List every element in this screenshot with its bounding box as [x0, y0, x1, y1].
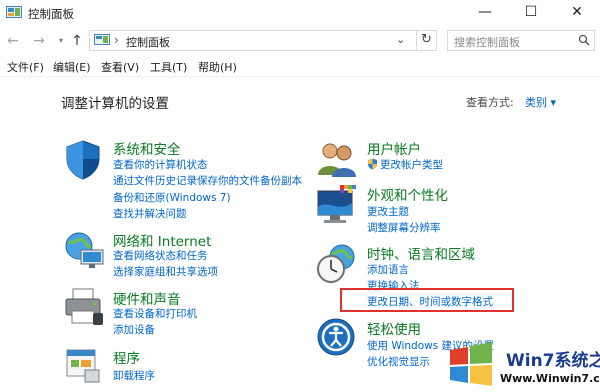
- control-panel-icon: [6, 6, 22, 23]
- title-bar: 控制面板 — ☐ ✕: [0, 0, 600, 26]
- network-globe-icon: [63, 230, 105, 275]
- watermark-text: Win7系统之家: [506, 351, 600, 371]
- menu-help[interactable]: 帮助(H): [198, 59, 237, 75]
- breadcrumb-control-panel[interactable]: 控制面板: [126, 34, 170, 50]
- search-input[interactable]: 搜索控制面板: [447, 30, 595, 51]
- breadcrumb-separator: ›: [114, 33, 119, 47]
- link-add-language[interactable]: 添加语言: [367, 262, 409, 277]
- category-system-security[interactable]: 系统和安全: [113, 138, 181, 158]
- forward-button[interactable]: →: [31, 33, 47, 49]
- watermark: Win7系统之家 Www.Winwin7.com: [446, 342, 600, 391]
- search-icon[interactable]: [578, 34, 590, 49]
- monitor-icon: [316, 185, 358, 230]
- highlight-box: [340, 288, 514, 312]
- category-appearance-personalization[interactable]: 外观和个性化: [367, 184, 448, 204]
- category-programs[interactable]: 程序: [113, 347, 140, 367]
- link-file-history-backup[interactable]: 通过文件历史记录保存你的文件备份副本: [113, 173, 302, 188]
- link-add-device[interactable]: 添加设备: [113, 322, 155, 337]
- back-button[interactable]: ←: [5, 33, 21, 49]
- window-title: 控制面板: [28, 7, 74, 21]
- link-adjust-resolution[interactable]: 调整屏幕分辨率: [367, 220, 441, 235]
- view-by-dropdown[interactable]: 类别 ▾: [525, 94, 556, 110]
- address-bar[interactable]: › 控制面板 ⌄ ↻: [89, 30, 437, 51]
- control-panel-icon: [94, 34, 110, 50]
- printer-icon: [63, 287, 105, 330]
- link-troubleshoot[interactable]: 查找并解决问题: [113, 206, 187, 221]
- users-icon: [316, 139, 358, 182]
- ease-of-access-icon: [316, 317, 358, 362]
- close-button[interactable]: ✕: [554, 0, 600, 26]
- menu-bar: 文件(F) 编辑(E) 查看(V) 工具(T) 帮助(H): [0, 56, 600, 77]
- link-optimize-visual-display[interactable]: 优化视觉显示: [367, 354, 430, 369]
- clock-globe-icon: [316, 243, 358, 288]
- link-backup-restore[interactable]: 备份和还原(Windows 7): [113, 190, 231, 205]
- link-change-account-type-label[interactable]: 更改帐户类型: [380, 159, 443, 171]
- category-network-internet[interactable]: 网络和 Internet: [113, 230, 211, 250]
- link-uninstall-program[interactable]: 卸载程序: [113, 368, 155, 383]
- windows-logo-icon: [446, 342, 498, 391]
- link-change-theme[interactable]: 更改主题: [367, 204, 409, 219]
- link-change-account-type[interactable]: 更改帐户类型: [367, 157, 443, 172]
- minimize-button[interactable]: —: [462, 0, 508, 26]
- category-clock-language-region[interactable]: 时钟、语言和区域: [367, 243, 475, 263]
- maximize-button[interactable]: ☐: [508, 0, 554, 26]
- uac-shield-icon: [368, 158, 377, 170]
- menu-tools[interactable]: 工具(T): [150, 59, 187, 75]
- programs-icon: [63, 346, 103, 389]
- category-ease-of-access[interactable]: 轻松使用: [367, 318, 421, 338]
- search-placeholder: 搜索控制面板: [454, 36, 520, 49]
- up-button[interactable]: ↑: [69, 33, 85, 49]
- divider: [416, 31, 417, 50]
- recent-locations-dropdown[interactable]: ▾: [53, 33, 69, 49]
- category-user-accounts[interactable]: 用户帐户: [367, 138, 421, 158]
- view-by-label: 查看方式:: [466, 96, 514, 109]
- link-homegroup-sharing[interactable]: 选择家庭组和共享选项: [113, 264, 218, 279]
- menu-file[interactable]: 文件(F): [7, 59, 44, 75]
- link-devices-printers[interactable]: 查看设备和打印机: [113, 306, 197, 321]
- link-view-computer-status[interactable]: 查看你的计算机状态: [113, 157, 208, 172]
- page-title: 调整计算机的设置: [61, 96, 169, 112]
- refresh-button[interactable]: ↻: [421, 32, 432, 47]
- address-dropdown-button[interactable]: ⌄: [396, 33, 405, 46]
- category-hardware-sound[interactable]: 硬件和声音: [113, 288, 181, 308]
- menu-edit[interactable]: 编辑(E): [53, 59, 91, 75]
- menu-view[interactable]: 查看(V): [101, 59, 139, 75]
- watermark-url: Www.Winwin7.com: [500, 372, 600, 385]
- navigation-bar: ← → ▾ ↑ › 控制面板 ⌄ ↻ 搜索控制面板: [0, 26, 600, 56]
- shield-icon: [63, 139, 103, 184]
- link-network-status[interactable]: 查看网络状态和任务: [113, 248, 208, 263]
